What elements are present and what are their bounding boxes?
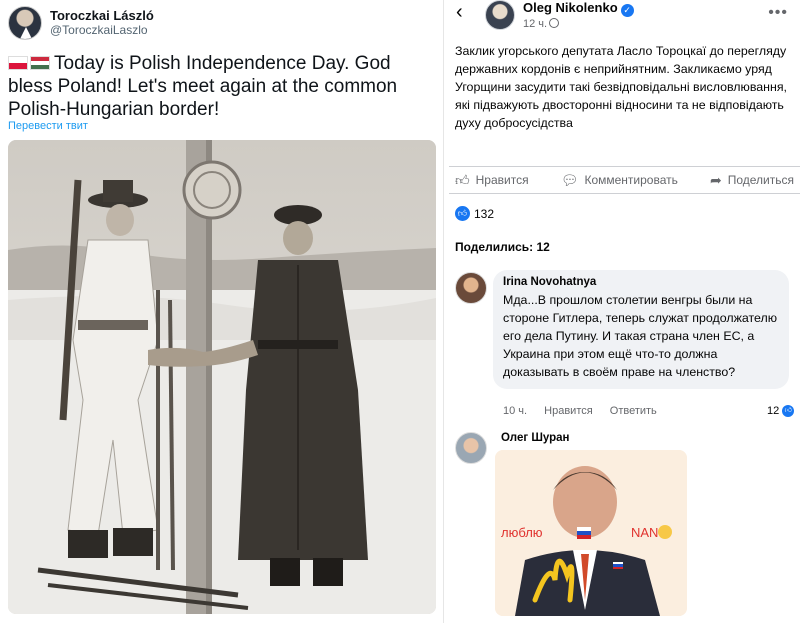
post-author-name[interactable]: Oleg Nikolenko: [523, 0, 618, 15]
share-arrow-icon: ➦: [709, 171, 722, 188]
reactions-count: 132: [474, 206, 495, 221]
tweet-text-block: Today is Polish Independence Day. God bl…: [8, 52, 428, 121]
comment-like-link[interactable]: Нравится: [544, 405, 593, 417]
meme-caption-right: NAN: [631, 525, 659, 540]
post-author-meta: Oleg Nikolenko ✓ 12 ч.: [523, 0, 634, 32]
comment-button-label: Комментировать: [584, 173, 678, 187]
comment-like-icon: 👍︎: [782, 405, 795, 417]
hungary-flag-icon: [30, 56, 50, 70]
share-button-label: Поделиться: [727, 173, 794, 187]
comment-meme-image[interactable]: люблю NAN: [495, 450, 687, 616]
comment-meta: 10 ч. Нравится Ответить: [503, 405, 671, 417]
meme-caption-left: люблю: [501, 525, 543, 540]
globe-icon: [549, 18, 560, 28]
tweet-author-names: Toroczkai László @ToroczkaiLaszlo: [50, 8, 154, 38]
translate-tweet-link[interactable]: Перевести твит: [8, 120, 88, 132]
shares-count[interactable]: Поделились: 12: [455, 240, 550, 254]
share-button[interactable]: ➦ Поделиться: [710, 172, 794, 189]
comment-likes[interactable]: 12 👍︎: [767, 405, 795, 417]
comment-bubble-icon: 💬︎: [560, 171, 579, 188]
post-author[interactable]: Oleg Nikolenko ✓ 12 ч.: [485, 0, 634, 32]
verified-badge-icon: ✓: [620, 4, 634, 17]
like-button-label: Нравится: [475, 173, 529, 187]
comment-bubble: Irina Novohatnya Мда...В прошлом столети…: [493, 270, 789, 389]
facebook-post-panel: ‹ Oleg Nikolenko ✓ 12 ч. ••• Заклик угорс…: [449, 0, 800, 623]
comment-avatar[interactable]: [455, 432, 487, 464]
tweet-panel: Toroczkai László @ToroczkaiLaszlo Today …: [0, 0, 443, 623]
tweet-text: Today is Polish Independence Day. God bl…: [8, 53, 398, 120]
border-handshake-photo: [8, 140, 436, 614]
post-action-bar: 👍︎ Нравится 💬︎ Комментировать ➦ Поделить…: [449, 166, 800, 194]
comment-button[interactable]: 💬︎ Комментировать: [561, 172, 678, 189]
post-body: Заклик угорського депутата Ласло Тороцка…: [455, 44, 788, 130]
like-button[interactable]: 👍︎ Нравится: [455, 172, 529, 189]
back-arrow-icon[interactable]: ‹: [456, 2, 463, 22]
tweet-display-name[interactable]: Toroczkai László: [50, 8, 154, 23]
comment-reply-link[interactable]: Ответить: [610, 405, 657, 417]
comment-item: Irina Novohatnya Мда...В прошлом столети…: [449, 270, 800, 420]
poland-flag-icon: [8, 56, 28, 70]
tweet-author-avatar[interactable]: [8, 6, 42, 40]
more-dots-icon[interactable]: •••: [768, 4, 788, 22]
thumbs-up-icon: 👍︎: [455, 171, 470, 188]
tweet-photo[interactable]: [8, 140, 436, 614]
post-time-text: 12 ч.: [523, 18, 548, 30]
post-time: 12 ч.: [523, 17, 634, 32]
comment-author[interactable]: Олег Шуран: [501, 432, 570, 444]
tweet-author[interactable]: Toroczkai László @ToroczkaiLaszlo: [8, 6, 154, 40]
comment-likes-count: 12: [767, 405, 780, 417]
comment-text: Мда...В прошлом столетии венгры были на …: [503, 293, 778, 379]
comment-author[interactable]: Irina Novohatnya: [503, 276, 779, 288]
comment-item: Олег Шуран люблю NAN: [449, 430, 800, 623]
like-reaction-icon: 👍︎: [455, 206, 470, 221]
reactions-summary[interactable]: 👍︎ 132: [455, 206, 494, 221]
comment-avatar[interactable]: [455, 272, 487, 304]
post-author-avatar[interactable]: [485, 0, 515, 30]
comment-time: 10 ч.: [503, 405, 528, 417]
tweet-handle[interactable]: @ToroczkaiLaszlo: [50, 23, 154, 38]
